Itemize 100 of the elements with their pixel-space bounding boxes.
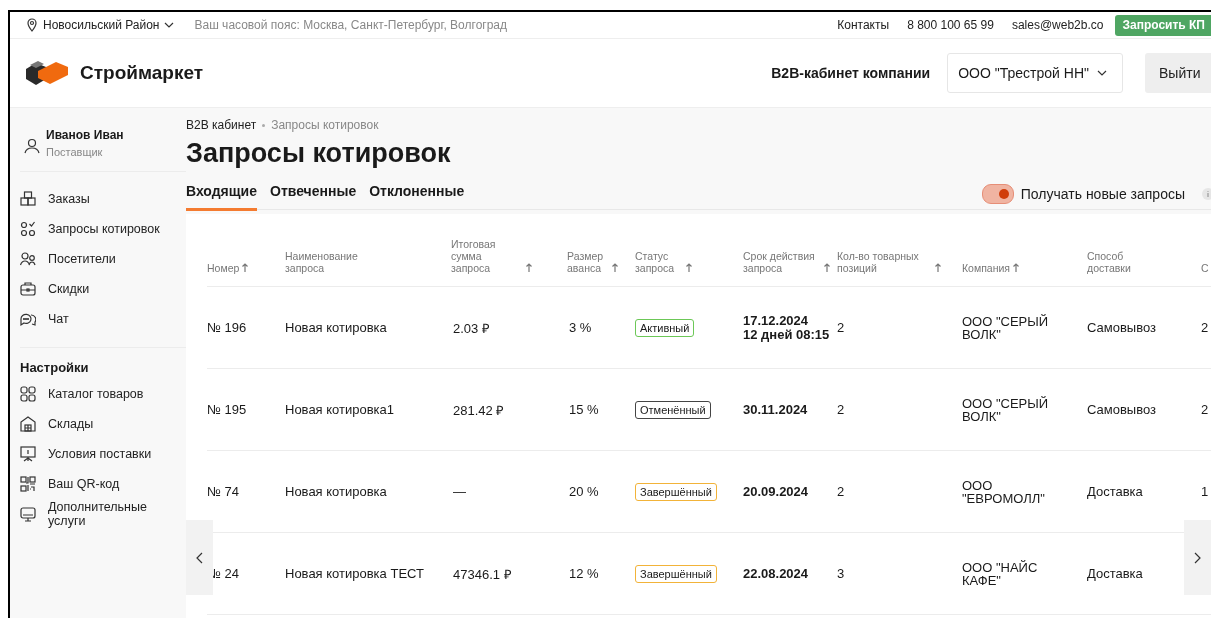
breadcrumb-link[interactable]: B2B кабинет: [186, 118, 257, 132]
sidebar-item[interactable]: Каталог товаров: [20, 379, 186, 409]
toggle-label: Получать новые запросы: [1020, 186, 1185, 202]
status-badge: Отменённый: [635, 400, 711, 419]
date-text: 17.12.2024: [743, 313, 809, 328]
cabinet-label: B2B-кабинет компании: [771, 65, 931, 81]
chevron-right-icon: [1194, 551, 1201, 564]
column-header: Способ доставки: [1087, 244, 1201, 287]
user-role: Поставщик: [46, 146, 104, 158]
table-cell: № 195: [207, 369, 285, 451]
table-cell: 2: [837, 451, 962, 533]
tab[interactable]: Отвеченные: [270, 181, 357, 211]
table-cell: 2: [837, 287, 962, 369]
table-cell: 2: [837, 369, 962, 451]
phone-link[interactable]: 8 800 100 65 99: [907, 18, 994, 32]
logo-text: Строймаркет: [80, 62, 204, 84]
table-cell: —: [451, 451, 567, 533]
sidebar-item[interactable]: Условия поставки: [20, 439, 186, 469]
sort-arrow-icon: [526, 263, 532, 272]
table-cell: 2: [1201, 369, 1211, 451]
table-cell: 2.03 ₽: [451, 287, 567, 369]
location-pin-icon: [26, 18, 38, 32]
scroll-left-button[interactable]: [186, 520, 213, 595]
chevron-down-icon: [1097, 70, 1107, 76]
table-cell: ООО "СЕРЫЙ ВОЛК": [962, 287, 1087, 369]
remaining-time-text: 12 дней 08:15: [743, 327, 830, 342]
sort-arrow-icon: [824, 263, 830, 272]
table-cell: 2: [1201, 287, 1211, 369]
contacts-link[interactable]: Контакты: [837, 18, 890, 32]
column-header: Наименование запроса: [285, 244, 451, 287]
sort-arrow-icon: [612, 263, 618, 272]
table-cell: Новая котировка ТЕСТ: [285, 533, 451, 615]
timezone-text: Ваш часовой пояс: Москва, Санкт-Петербург, Волгоград: [194, 18, 508, 32]
warehouse-icon: [20, 416, 36, 432]
email-link[interactable]: sales@web2b.co: [1011, 18, 1104, 32]
circles-check-icon: [20, 221, 36, 237]
grid-icon: [20, 386, 36, 402]
table-cell: ООО "ЕВРОМОЛЛ": [962, 451, 1087, 533]
table-cell: 20 %: [567, 451, 635, 533]
table-cell: Новая котировка: [285, 287, 451, 369]
sort-arrow-icon: [242, 263, 249, 272]
region-selector[interactable]: Новосильский Район: [26, 18, 175, 32]
chat-bubbles-icon: [20, 311, 36, 327]
tab[interactable]: Входящие: [186, 181, 257, 211]
toggle-switch[interactable]: [981, 184, 1014, 204]
user-name-link[interactable]: Иванов Иван: [46, 128, 124, 142]
table-cell: 12 %: [567, 533, 635, 615]
sidebar-item[interactable]: Ваш QR-код: [20, 469, 186, 499]
sidebar-item[interactable]: Дополнительные услуги: [20, 499, 186, 529]
logout-button[interactable]: Выйти: [1145, 53, 1211, 93]
table-cell: № 196: [207, 287, 285, 369]
status-badge: Активный: [635, 318, 695, 337]
settings-heading: Настройки: [20, 360, 90, 375]
breadcrumb-link[interactable]: Запросы котировок: [271, 118, 379, 132]
table-cell: Новая котировка: [285, 451, 451, 533]
column-header[interactable]: Статус запроса: [635, 244, 743, 287]
page-title: Запросы котировок: [186, 138, 452, 169]
date-text: 30.11.2024: [743, 402, 808, 417]
sort-arrow-icon: [1013, 263, 1020, 272]
table-cell: 15 %: [567, 369, 635, 451]
logo-icon: [24, 59, 70, 87]
user-icon: [24, 138, 40, 154]
column-header[interactable]: Кол-во товарных позиций: [837, 244, 962, 287]
date-text: 20.09.2024: [743, 484, 809, 499]
table-cell: 281.42 ₽: [451, 369, 567, 451]
breadcrumb-separator: [262, 123, 266, 127]
sidebar-item[interactable]: Посетители: [20, 244, 186, 274]
chevron-down-icon: [164, 22, 175, 28]
column-header[interactable]: Срок действия запроса: [743, 244, 837, 287]
boxes-icon: [20, 191, 36, 207]
sort-arrow-icon: [686, 263, 692, 272]
sidebar-item[interactable]: Чат: [20, 304, 186, 334]
table-cell: ООО "НАЙС КАФЕ": [962, 533, 1087, 615]
users-icon: [20, 251, 36, 267]
table-cell: Самовывоз: [1087, 369, 1201, 451]
sidebar-item[interactable]: Склады: [20, 409, 186, 439]
monitor-icon: [20, 506, 36, 522]
table-cell: 47346.1 ₽: [451, 533, 567, 615]
qr-code-icon: [20, 476, 36, 492]
table-cell: 3 %: [567, 287, 635, 369]
table-cell: 3: [837, 533, 962, 615]
chevron-left-icon: [196, 551, 203, 564]
sort-arrow-icon: [935, 263, 941, 272]
company-select[interactable]: ООО "Трестрой НН": [947, 53, 1123, 93]
table-cell: Самовывоз: [1087, 287, 1201, 369]
column-header: С: [1201, 244, 1211, 287]
table-cell: ООО "СЕРЫЙ ВОЛК": [962, 369, 1087, 451]
info-icon: [1202, 188, 1211, 200]
column-header[interactable]: Размер аванса: [567, 244, 635, 287]
status-badge: Завершённый: [635, 482, 717, 501]
status-badge: Завершённый: [635, 564, 717, 583]
presentation-board-icon: [20, 446, 36, 462]
tab[interactable]: Отклоненные: [369, 181, 465, 211]
scroll-right-button[interactable]: [1184, 520, 1211, 595]
column-header[interactable]: Номер: [207, 244, 285, 287]
column-header[interactable]: Компания: [962, 244, 1087, 287]
table-cell: Новая котировка1: [285, 369, 451, 451]
sidebar-item[interactable]: Заказы: [20, 184, 186, 214]
sidebar-item[interactable]: Скидки: [20, 274, 186, 304]
sidebar-item[interactable]: Запросы котировок: [20, 214, 186, 244]
